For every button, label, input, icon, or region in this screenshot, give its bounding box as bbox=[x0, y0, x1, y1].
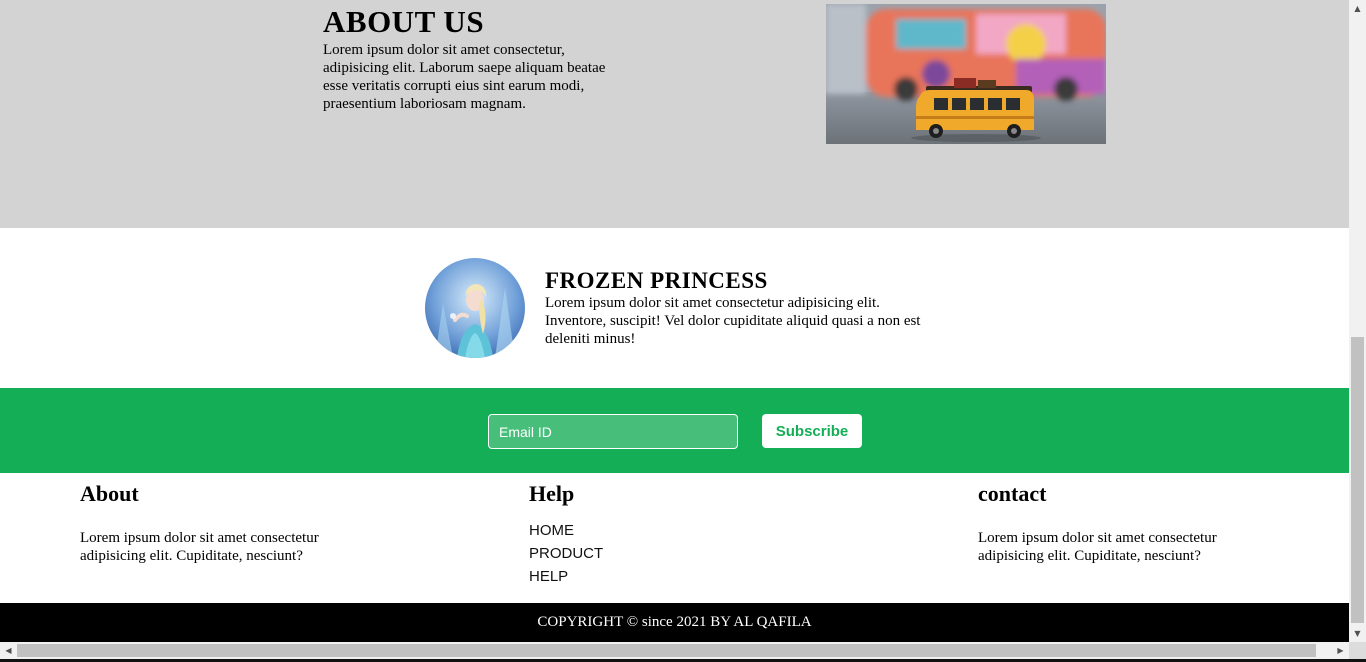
princess-avatar bbox=[425, 258, 525, 358]
footer: About Lorem ipsum dolor sit amet consect… bbox=[0, 473, 1349, 603]
footer-contact-heading: contact bbox=[978, 481, 1047, 506]
footer-about-text: Lorem ipsum dolor sit amet consectetur a… bbox=[80, 530, 319, 564]
feature-title: FROZEN PRINCESS bbox=[545, 268, 768, 293]
toy-bus-photo bbox=[826, 4, 1106, 144]
triangle-up-icon[interactable]: ▲ bbox=[1349, 0, 1366, 17]
scrollbar-corner bbox=[1349, 642, 1366, 659]
triangle-down-icon[interactable]: ▼ bbox=[1349, 625, 1366, 642]
triangle-right-icon[interactable]: ▶ bbox=[1332, 642, 1349, 659]
princess-image bbox=[425, 258, 525, 358]
email-input[interactable] bbox=[488, 414, 738, 449]
horizontal-scrollbar[interactable]: ◀ ▶ bbox=[0, 642, 1349, 659]
footer-link-product[interactable]: PRODUCT bbox=[529, 542, 603, 565]
about-title: ABOUT US bbox=[323, 4, 485, 39]
about-text: Lorem ipsum dolor sit amet consectetur, … bbox=[323, 42, 606, 112]
footer-link-help[interactable]: HELP bbox=[529, 565, 603, 588]
vertical-scroll-thumb[interactable] bbox=[1351, 337, 1364, 623]
footer-help-heading: Help bbox=[529, 481, 575, 506]
feature-section: FROZEN PRINCESS Lorem ipsum dolor sit am… bbox=[0, 228, 1349, 388]
help-links-list: HOME PRODUCT HELP bbox=[529, 519, 603, 588]
page-viewport: ABOUT US Lorem ipsum dolor sit amet cons… bbox=[0, 0, 1349, 642]
footer-about-column: About Lorem ipsum dolor sit amet consect… bbox=[80, 481, 350, 565]
horizontal-scroll-thumb[interactable] bbox=[17, 644, 1316, 657]
footer-contact-text: Lorem ipsum dolor sit amet consectetur a… bbox=[978, 530, 1217, 564]
subscribe-button[interactable]: Subscribe bbox=[762, 414, 862, 448]
about-section: ABOUT US Lorem ipsum dolor sit amet cons… bbox=[0, 0, 1349, 228]
footer-help-column: Help HOME PRODUCT HELP bbox=[529, 481, 603, 588]
footer-link-home[interactable]: HOME bbox=[529, 519, 603, 542]
feature-text: Lorem ipsum dolor sit amet consectetur a… bbox=[545, 295, 921, 347]
toy-bus-image bbox=[826, 4, 1106, 144]
copyright-bar: COPYRIGHT © since 2021 BY AL QAFILA bbox=[0, 603, 1349, 642]
footer-about-heading: About bbox=[80, 481, 139, 506]
footer-contact-column: contact Lorem ipsum dolor sit amet conse… bbox=[978, 481, 1248, 565]
newsletter-band: Subscribe bbox=[0, 388, 1349, 473]
vertical-scrollbar[interactable]: ▲ ▼ bbox=[1349, 0, 1366, 642]
triangle-left-icon[interactable]: ◀ bbox=[0, 642, 17, 659]
